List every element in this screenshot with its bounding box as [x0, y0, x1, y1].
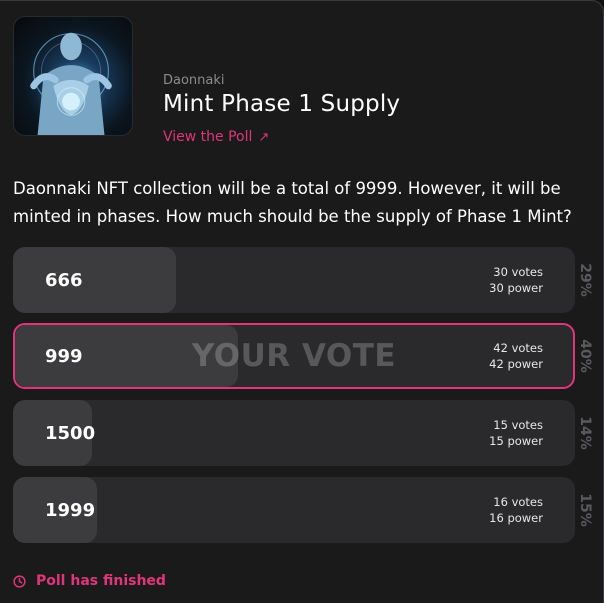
option-percent: 29%: [570, 247, 600, 313]
poll-option-1999[interactable]: 1999 16 votes 16 power: [13, 477, 575, 543]
option-power: 42 power: [489, 357, 543, 371]
option-label: 1500: [45, 422, 96, 444]
option-votes: 16 votes: [493, 495, 543, 509]
option-votes: 42 votes: [493, 341, 543, 355]
poll-status-text: Poll has finished: [36, 573, 166, 589]
option-power: 16 power: [489, 511, 543, 525]
poll-option-999[interactable]: 999 YOUR VOTE 42 votes 42 power: [13, 323, 575, 389]
option-percent-text: 15%: [577, 493, 594, 527]
option-label: 1999: [45, 499, 96, 521]
option-stats: 15 votes 15 power: [489, 400, 543, 466]
poll-group-name: Daonnaki: [163, 73, 225, 88]
option-votes: 15 votes: [493, 418, 543, 432]
option-percent-text: 29%: [577, 263, 594, 297]
view-poll-label: View the Poll: [163, 129, 253, 145]
poll-avatar-image: [13, 16, 133, 136]
poll-status: Poll has finished: [13, 573, 166, 589]
external-arrow-icon: ↗: [258, 130, 270, 145]
option-power: 15 power: [489, 434, 543, 448]
option-power: 30 power: [489, 281, 543, 295]
option-stats: 30 votes 30 power: [489, 247, 543, 313]
poll-option-1500[interactable]: 1500 15 votes 15 power: [13, 400, 575, 466]
clock-icon: [13, 574, 26, 588]
option-percent-text: 40%: [577, 339, 594, 373]
option-percent: 40%: [570, 323, 600, 389]
poll-card: Daonnaki Mint Phase 1 Supply View the Po…: [0, 0, 604, 603]
option-percent: 14%: [570, 400, 600, 466]
option-progress-fill: [13, 247, 176, 313]
avatar-figure-icon: [26, 32, 116, 135]
option-percent-text: 14%: [577, 416, 594, 450]
poll-title: Mint Phase 1 Supply: [163, 91, 401, 117]
view-poll-link[interactable]: View the Poll ↗: [163, 129, 269, 145]
option-stats: 42 votes 42 power: [489, 325, 543, 387]
poll-question: Daonnaki NFT collection will be a total …: [13, 179, 572, 226]
option-votes: 30 votes: [493, 265, 543, 279]
option-stats: 16 votes 16 power: [489, 477, 543, 543]
poll-option-666[interactable]: 666 30 votes 30 power: [13, 247, 575, 313]
option-label: 666: [45, 269, 83, 291]
option-percent: 15%: [570, 477, 600, 543]
